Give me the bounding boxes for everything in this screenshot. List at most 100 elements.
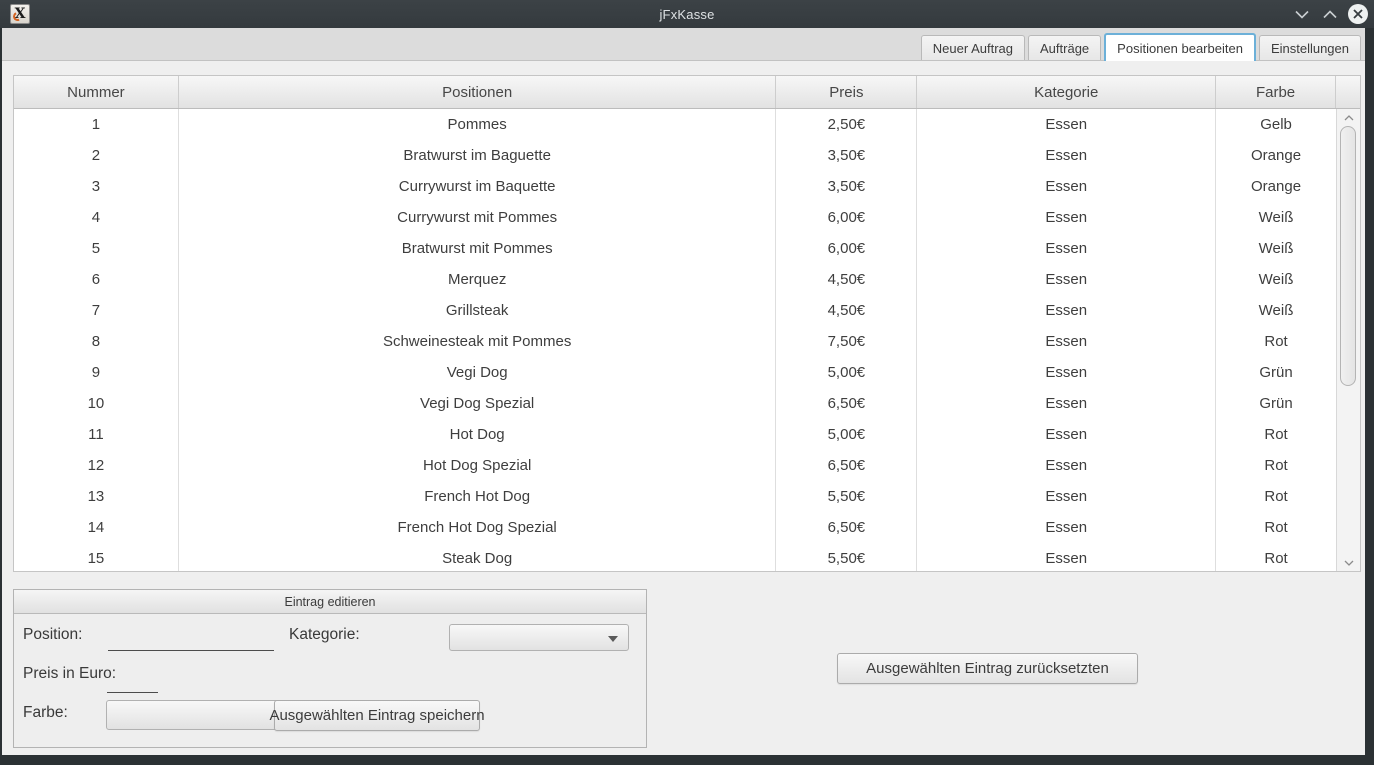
maximize-button[interactable] (1320, 4, 1340, 24)
scroll-up-icon (1344, 115, 1354, 121)
preis-label: Preis in Euro: (23, 665, 116, 683)
table-cell-nummer: 9 (14, 357, 179, 388)
table-cell-farbe: Grün (1216, 357, 1336, 388)
tab-auftraege[interactable]: Aufträge (1028, 35, 1101, 60)
table-cell-farbe: Rot (1216, 512, 1336, 543)
table-cell-kategorie: Essen (917, 233, 1216, 264)
table-cell-kategorie: Essen (917, 419, 1216, 450)
table-cell-position: Currywurst mit Pommes (179, 202, 777, 233)
table-cell-kategorie: Essen (917, 357, 1216, 388)
position-input[interactable] (108, 629, 274, 651)
content-area: Neuer Auftrag Aufträge Positionen bearbe… (2, 28, 1365, 755)
table-row[interactable]: 3Currywurst im Baquette3,50€EssenOrange (14, 171, 1336, 202)
preis-input[interactable] (107, 671, 158, 693)
scrollbar-thumb[interactable] (1340, 126, 1356, 386)
table-cell-preis: 7,50€ (776, 326, 917, 357)
table-cell-farbe: Gelb (1216, 109, 1336, 140)
reset-entry-button[interactable]: Ausgewählten Eintrag zurücksetzten (837, 653, 1138, 684)
table-row[interactable]: 14French Hot Dog Spezial6,50€EssenRot (14, 512, 1336, 543)
table-cell-nummer: 13 (14, 481, 179, 512)
table-cell-preis: 6,00€ (776, 233, 917, 264)
column-header-preis[interactable]: Preis (776, 76, 917, 108)
table-cell-nummer: 11 (14, 419, 179, 450)
tab-bar: Neuer Auftrag Aufträge Positionen bearbe… (2, 28, 1365, 61)
table-row[interactable]: 2Bratwurst im Baguette3,50€EssenOrange (14, 140, 1336, 171)
window-title: jFxKasse (0, 7, 1374, 22)
minimize-button[interactable] (1292, 4, 1312, 24)
table-cell-position: Hot Dog (179, 419, 777, 450)
table-cell-preis: 6,50€ (776, 512, 917, 543)
farbe-label: Farbe: (23, 704, 68, 722)
column-header-kategorie[interactable]: Kategorie (917, 76, 1216, 108)
table-cell-preis: 5,50€ (776, 481, 917, 512)
column-header-nummer[interactable]: Nummer (14, 76, 179, 108)
titlebar: X jFxKasse (0, 0, 1374, 28)
table-cell-kategorie: Essen (917, 481, 1216, 512)
table-cell-nummer: 3 (14, 171, 179, 202)
table-header: Nummer Positionen Preis Kategorie Farbe (14, 76, 1360, 109)
tab-neuer-auftrag[interactable]: Neuer Auftrag (921, 35, 1025, 60)
table-cell-position: French Hot Dog Spezial (179, 512, 777, 543)
kategorie-combobox[interactable] (449, 624, 629, 651)
table-row[interactable]: 11Hot Dog5,00€EssenRot (14, 419, 1336, 450)
tab-positionen-bearbeiten[interactable]: Positionen bearbeiten (1104, 33, 1256, 61)
table-cell-preis: 6,50€ (776, 450, 917, 481)
scroll-up-button[interactable] (1337, 110, 1360, 125)
table-row[interactable]: 10Vegi Dog Spezial6,50€EssenGrün (14, 388, 1336, 419)
table-cell-nummer: 7 (14, 295, 179, 326)
table-row[interactable]: 6Merquez4,50€EssenWeiß (14, 264, 1336, 295)
table-cell-kategorie: Essen (917, 326, 1216, 357)
table-row[interactable]: 13French Hot Dog5,50€EssenRot (14, 481, 1336, 512)
position-label: Position: (23, 626, 82, 644)
table-cell-position: Bratwurst im Baguette (179, 140, 777, 171)
table-cell-farbe: Weiß (1216, 233, 1336, 264)
table-cell-nummer: 12 (14, 450, 179, 481)
table-cell-position: Steak Dog (179, 543, 777, 571)
table-row[interactable]: 8Schweinesteak mit Pommes7,50€EssenRot (14, 326, 1336, 357)
table-cell-nummer: 15 (14, 543, 179, 571)
save-entry-button[interactable]: Ausgewählten Eintrag speichern (274, 700, 480, 731)
table-cell-preis: 4,50€ (776, 264, 917, 295)
close-button[interactable] (1348, 4, 1368, 24)
edit-entry-panel: Eintrag editieren Position: Kategorie: P… (13, 589, 647, 748)
table-cell-kategorie: Essen (917, 140, 1216, 171)
tab-einstellungen[interactable]: Einstellungen (1259, 35, 1361, 60)
table-cell-nummer: 4 (14, 202, 179, 233)
table-row[interactable]: 9Vegi Dog5,00€EssenGrün (14, 357, 1336, 388)
table-cell-kategorie: Essen (917, 450, 1216, 481)
column-header-farbe[interactable]: Farbe (1216, 76, 1336, 108)
table-row[interactable]: 15Steak Dog5,50€EssenRot (14, 543, 1336, 571)
table-row[interactable]: 12Hot Dog Spezial6,50€EssenRot (14, 450, 1336, 481)
table-cell-nummer: 10 (14, 388, 179, 419)
chevron-up-icon (1323, 10, 1337, 19)
table-row[interactable]: 5Bratwurst mit Pommes6,00€EssenWeiß (14, 233, 1336, 264)
app-icon: X (10, 4, 30, 24)
scroll-down-icon (1344, 560, 1354, 566)
table-cell-preis: 5,00€ (776, 357, 917, 388)
table-cell-nummer: 5 (14, 233, 179, 264)
table-cell-kategorie: Essen (917, 543, 1216, 571)
table-cell-position: Vegi Dog (179, 357, 777, 388)
table-cell-preis: 4,50€ (776, 295, 917, 326)
table-cell-position: Bratwurst mit Pommes (179, 233, 777, 264)
edit-panel-title: Eintrag editieren (14, 590, 646, 614)
jfxkasse-window: { "window": { "title": "jFxKasse", "app_… (0, 0, 1374, 765)
table-cell-farbe: Rot (1216, 481, 1336, 512)
table-cell-preis: 3,50€ (776, 171, 917, 202)
table-cell-farbe: Weiß (1216, 202, 1336, 233)
table-body: 1Pommes2,50€EssenGelb2Bratwurst im Bague… (14, 109, 1336, 571)
table-cell-kategorie: Essen (917, 512, 1216, 543)
table-cell-kategorie: Essen (917, 202, 1216, 233)
scroll-down-button[interactable] (1337, 555, 1360, 570)
table-row[interactable]: 4Currywurst mit Pommes6,00€EssenWeiß (14, 202, 1336, 233)
vertical-scrollbar[interactable] (1336, 109, 1360, 571)
close-icon (1353, 9, 1363, 19)
table-row[interactable]: 1Pommes2,50€EssenGelb (14, 109, 1336, 140)
table-cell-preis: 3,50€ (776, 140, 917, 171)
table-row[interactable]: 7Grillsteak4,50€EssenWeiß (14, 295, 1336, 326)
table-cell-nummer: 14 (14, 512, 179, 543)
column-header-positionen[interactable]: Positionen (179, 76, 777, 108)
table-cell-preis: 6,00€ (776, 202, 917, 233)
table-cell-farbe: Rot (1216, 543, 1336, 571)
kategorie-dropdown-arrow-icon (608, 636, 618, 642)
